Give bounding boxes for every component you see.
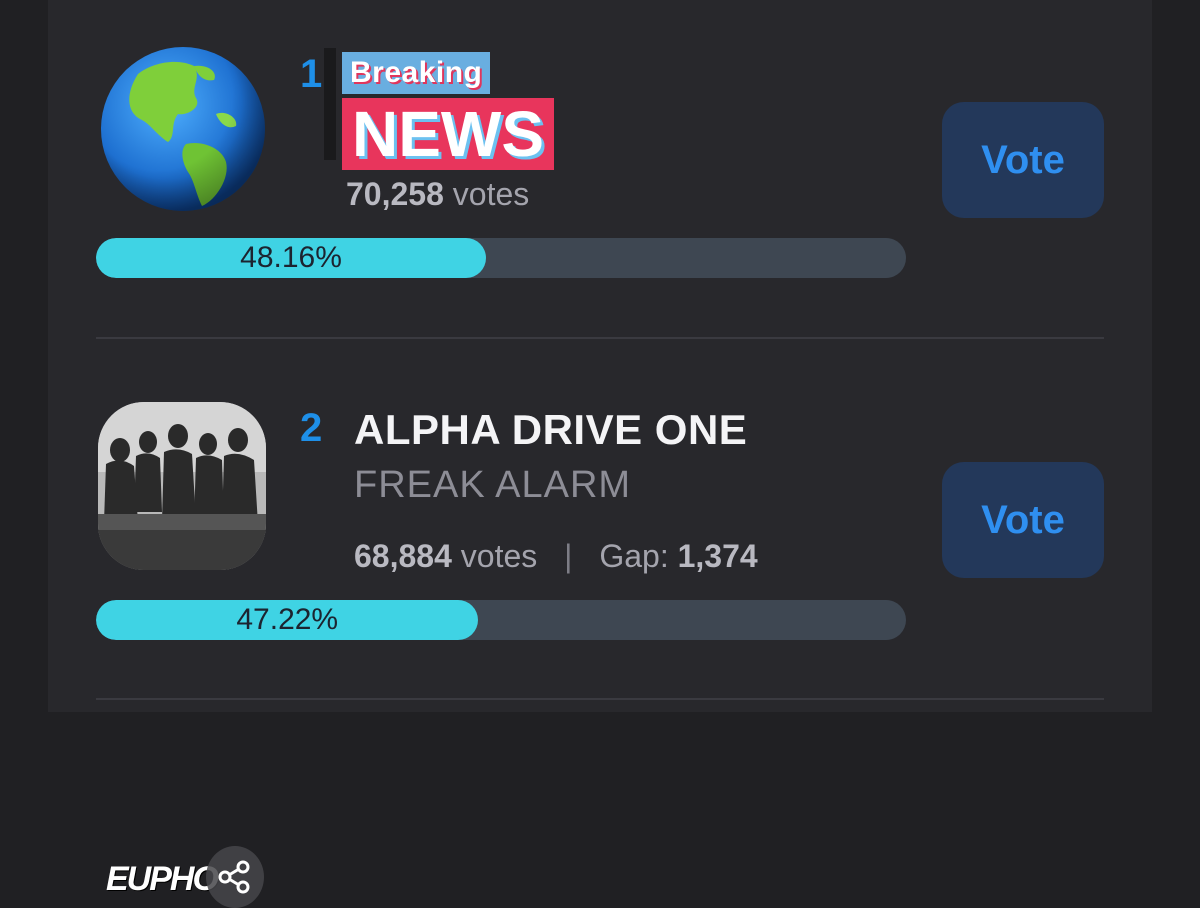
votes-summary: 70,258 votes <box>346 176 529 213</box>
globe-icon <box>98 44 268 214</box>
ranking-entry-2[interactable]: EUPHO 2 ALPHA DRIVE ONE FREAK ALARM 68,8… <box>48 340 1152 908</box>
row-divider <box>96 337 1104 339</box>
separator: | <box>564 538 573 574</box>
votes-count: 68,884 <box>354 538 452 574</box>
percent-label: 47.22% <box>236 603 339 636</box>
vote-button[interactable]: Vote <box>942 102 1104 218</box>
vote-button[interactable]: Vote <box>942 462 1104 578</box>
artist-name: ALPHA DRIVE ONE <box>354 406 748 453</box>
rank-number: 1 <box>300 52 323 96</box>
ranking-entry-1[interactable]: 1 Breaking NEWS 70,258 votes Vote 48.16% <box>48 0 1152 340</box>
votes-unit: votes <box>460 538 538 574</box>
vote-progress-bar: 47.22% <box>96 600 906 640</box>
gap-label: Gap: <box>599 538 669 574</box>
artist-photo <box>98 402 266 570</box>
gap-value: 1,374 <box>677 538 758 574</box>
share-icon[interactable] <box>206 846 264 908</box>
percent-label: 48.16% <box>240 241 342 274</box>
news-logo-label: NEWS <box>342 98 554 170</box>
logo-shadow <box>324 48 336 160</box>
vote-progress-bar: 48.16% <box>96 238 906 278</box>
song-title: FREAK ALARM <box>354 464 632 506</box>
rank-number: 2 <box>300 406 323 450</box>
votes-summary: 68,884 votes | Gap: 1,374 <box>354 538 758 575</box>
breaking-logo-label: Breaking <box>342 52 491 94</box>
row-divider <box>96 698 1104 700</box>
photo-overlay-text: EUPHO <box>106 860 219 898</box>
votes-unit: votes <box>452 176 530 212</box>
ranking-panel: 1 Breaking NEWS 70,258 votes Vote 48.16% <box>48 0 1152 908</box>
votes-count: 70,258 <box>346 176 444 212</box>
